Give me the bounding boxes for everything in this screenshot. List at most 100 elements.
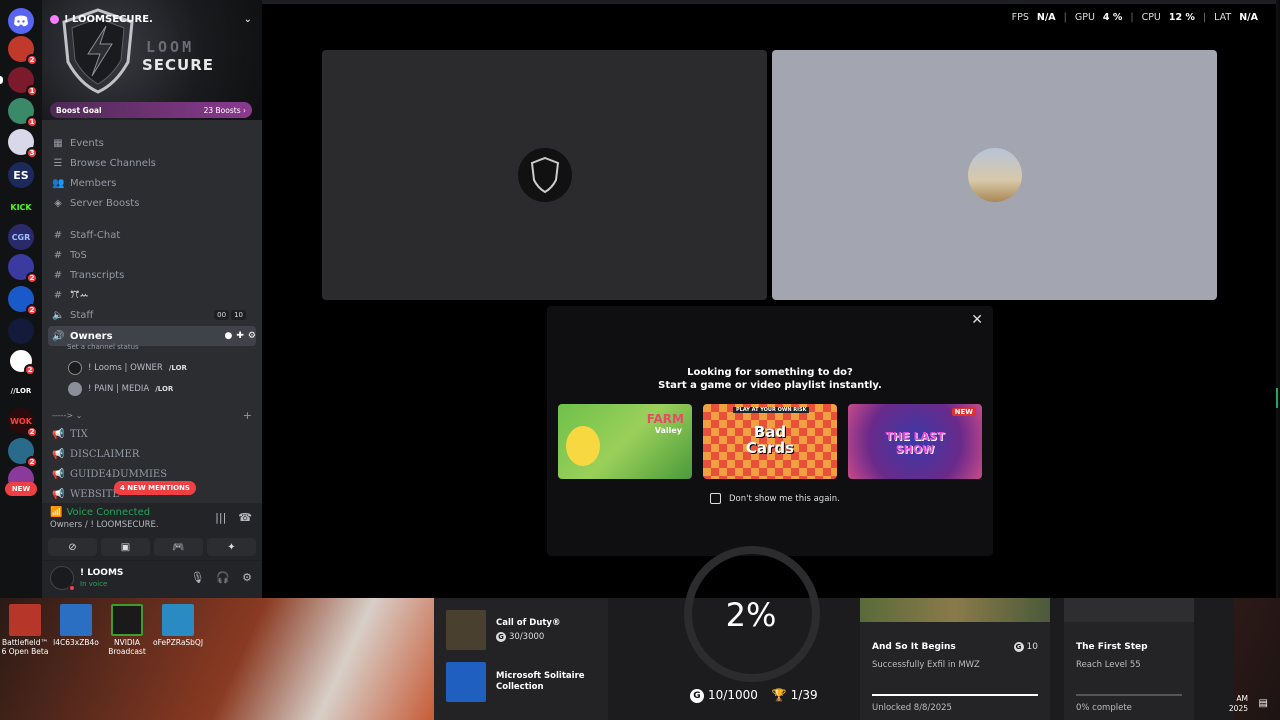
server-icon[interactable]: 2 xyxy=(8,286,38,316)
desktop-icon-nvidia[interactable]: NVIDIA Broadcast xyxy=(102,604,152,656)
voice-status-text: Voice Connected xyxy=(66,507,151,518)
server-header[interactable]: ! LOOMSECURE. xyxy=(50,14,254,25)
notification-badge: 2 xyxy=(26,54,38,66)
boost-goal-bar[interactable]: Boost Goal 23 Boosts › xyxy=(50,102,252,118)
channel-symbols[interactable]: # ꔫꕀ xyxy=(48,286,256,304)
activity-card-farm[interactable]: FARM Valley xyxy=(558,404,692,479)
voice-user[interactable]: ! PAIN | MEDIA /LOR xyxy=(68,380,173,398)
boost-icon: ◈ xyxy=(54,197,62,209)
nav-browse-channels[interactable]: ☰ Browse Channels xyxy=(48,154,256,172)
microphone-icon[interactable]: 🎙 xyxy=(190,571,204,584)
add-channel-icon[interactable]: + xyxy=(243,409,252,422)
desktop-icon-label: l4C63xZB4o xyxy=(53,638,99,647)
headphones-icon[interactable]: 🎧 xyxy=(216,571,230,584)
screen-share-button[interactable]: ▣ xyxy=(101,538,150,556)
server-banner[interactable]: LOOM SECURE ! LOOMSECURE. ⌄ Boost Goal 2… xyxy=(42,0,262,120)
activity-card-title: FARM xyxy=(646,412,684,426)
disconnect-icon[interactable]: ☎ xyxy=(238,511,252,524)
gear-icon[interactable]: ⚙ xyxy=(248,331,256,341)
channel-transcripts[interactable]: # Transcripts xyxy=(48,266,256,284)
channel-tix[interactable]: 📢 TIX xyxy=(48,425,256,443)
desktop-icon-label: Battlefield™ 6 Open Beta xyxy=(1,638,49,656)
server-icon-es[interactable]: ES xyxy=(8,162,34,188)
desktop-icon-battlefield[interactable]: Battlefield™ 6 Open Beta xyxy=(0,604,50,656)
gear-icon[interactable]: ⚙ xyxy=(242,571,252,584)
chevron-down-icon[interactable]: ⌄ xyxy=(244,14,252,25)
achievement-points: 10 xyxy=(1026,642,1038,652)
voice-status: 📶 Voice Connected xyxy=(50,507,150,518)
channel-staff-chat[interactable]: # Staff-Chat xyxy=(48,226,256,244)
avatar xyxy=(967,148,1022,202)
server-icon[interactable]: 2 xyxy=(8,254,38,284)
username[interactable]: ! LOOMS xyxy=(80,568,123,578)
channel-staff[interactable]: 🔈 Staff 00 10 xyxy=(48,306,256,324)
taskbar-clock[interactable]: AM 2025 xyxy=(1229,694,1248,714)
voice-user[interactable]: ! Looms | OWNER /LOR xyxy=(68,359,187,377)
server-icon[interactable]: 2 xyxy=(8,36,38,66)
trophy-icon: 🏆 xyxy=(771,688,787,703)
chat-icon[interactable]: ● xyxy=(225,331,233,341)
voice-actions: ⊘ ▣ 🎮 ✦ xyxy=(48,538,256,556)
dont-show-option[interactable]: Don't show me this again. xyxy=(710,493,840,504)
server-icon[interactable]: 3 xyxy=(8,129,38,159)
participant-tile[interactable] xyxy=(322,50,767,300)
category-label: -----> xyxy=(52,411,76,420)
speaker-icon: 🔈 xyxy=(52,309,65,321)
activity-button[interactable]: 🎮 xyxy=(154,538,203,556)
voice-user-name: ! PAIN | MEDIA xyxy=(88,384,150,394)
server-icon[interactable]: 1 xyxy=(8,98,38,128)
completion-percent: 2% xyxy=(725,596,777,634)
achievement-card[interactable]: The First Step Reach Level 55 0% complet… xyxy=(1064,598,1194,720)
camera-off-button[interactable]: ⊘ xyxy=(48,538,97,556)
achievement-progress-bar xyxy=(872,694,1038,696)
server-icon-kick[interactable]: KICK xyxy=(8,194,34,220)
game-item[interactable]: Call of Duty® G 30/3000 xyxy=(446,610,560,650)
cpu-value: 12 % xyxy=(1168,12,1195,23)
desktop-icon-file[interactable]: l4C63xZB4o xyxy=(51,604,101,647)
server-icon-lor[interactable]: //LOR xyxy=(8,378,34,404)
nav-label: Members xyxy=(70,177,117,189)
hashtag-icon: # xyxy=(53,289,63,301)
channel-tos[interactable]: # ToS xyxy=(48,246,256,264)
achievement-card[interactable]: And So It Begins G 10 Successfully Exfil … xyxy=(860,598,1050,720)
nav-members[interactable]: 👥 Members xyxy=(48,174,256,192)
voice-channel-name[interactable]: Owners / ! LOOMSECURE. xyxy=(50,520,159,530)
notification-badge: 2 xyxy=(26,426,38,438)
activity-card-last-show[interactable]: NEW THE LAST SHOW xyxy=(848,404,982,479)
server-icon[interactable]: 2 xyxy=(8,438,38,468)
noise-suppression-icon[interactable]: ||| xyxy=(215,511,226,524)
notification-icon[interactable]: ▤ xyxy=(1259,698,1268,709)
server-icon[interactable] xyxy=(8,318,34,344)
server-icon[interactable]: 2 xyxy=(8,348,36,376)
home-button[interactable] xyxy=(8,8,34,34)
participant-tile[interactable] xyxy=(772,50,1217,300)
server-icon-wok[interactable]: WOK 2 xyxy=(8,408,38,438)
activity-card-bad-cards[interactable]: PLAY AT YOUR OWN RISK Bad Cards xyxy=(703,404,837,479)
channel-label: WEBSITE xyxy=(70,488,120,500)
channel-label: DISCLAIMER xyxy=(70,448,140,460)
megaphone-icon: 📢 xyxy=(52,488,65,500)
desktop-icon-file[interactable]: oFePZRaSbQJ xyxy=(153,604,203,647)
new-mentions-pill[interactable]: 4 NEW MENTIONS xyxy=(114,481,196,495)
dont-show-checkbox[interactable] xyxy=(710,493,721,504)
nav-events[interactable]: ▦ Events xyxy=(48,134,256,152)
game-item[interactable]: Microsoft Solitaire Collection xyxy=(446,662,596,702)
activity-launcher: ✕ Looking for something to do? Start a g… xyxy=(547,306,993,556)
channel-category[interactable]: -----> ⌄ xyxy=(52,411,82,420)
gamerscore-stat: G 10/1000 xyxy=(690,688,758,703)
channel-status-prompt[interactable]: Set a channel status xyxy=(67,343,139,351)
trophy-stat: 🏆 1/39 xyxy=(772,688,818,702)
add-member-icon[interactable]: ✚ xyxy=(236,331,244,341)
server-icon-cgr[interactable]: CGR xyxy=(8,224,34,250)
unread-indicator xyxy=(0,76,3,84)
hashtag-icon: # xyxy=(53,229,63,241)
nvidia-icon xyxy=(111,604,143,636)
nav-server-boosts[interactable]: ◈ Server Boosts xyxy=(48,194,256,212)
server-icon[interactable]: 1 xyxy=(0,67,38,97)
channel-disclaimer[interactable]: 📢 DISCLAIMER xyxy=(48,445,256,463)
discord-icon xyxy=(14,15,28,27)
separator: | xyxy=(1130,12,1134,23)
new-servers-badge[interactable]: NEW xyxy=(5,482,37,496)
close-icon[interactable]: ✕ xyxy=(971,312,983,328)
soundboard-button[interactable]: ✦ xyxy=(207,538,256,556)
